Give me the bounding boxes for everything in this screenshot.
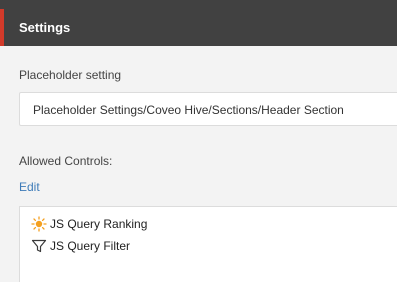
allowed-controls-list: JS Query Ranking JS Query Filter xyxy=(19,206,397,282)
placeholder-setting-value: Placeholder Settings/Coveo Hive/Sections… xyxy=(33,103,344,117)
placeholder-setting-label: Placeholder setting xyxy=(19,68,122,82)
placeholder-setting-field[interactable]: Placeholder Settings/Coveo Hive/Sections… xyxy=(19,92,397,126)
header-accent-bar xyxy=(0,9,4,46)
filter-funnel-icon xyxy=(31,238,47,254)
list-item-js-query-ranking[interactable]: JS Query Ranking xyxy=(31,215,147,233)
list-item-js-query-filter[interactable]: JS Query Filter xyxy=(31,237,130,255)
header-title: Settings xyxy=(19,20,71,35)
list-item-label: JS Query Filter xyxy=(50,239,131,253)
ranking-sun-icon xyxy=(31,216,47,232)
list-item-label: JS Query Ranking xyxy=(50,217,148,231)
settings-header: Settings xyxy=(0,0,397,46)
edit-allowed-controls-link[interactable]: Edit xyxy=(19,180,40,195)
allowed-controls-label: Allowed Controls: xyxy=(19,154,113,168)
settings-panel: Settings Placeholder setting Placeholder… xyxy=(0,0,397,282)
